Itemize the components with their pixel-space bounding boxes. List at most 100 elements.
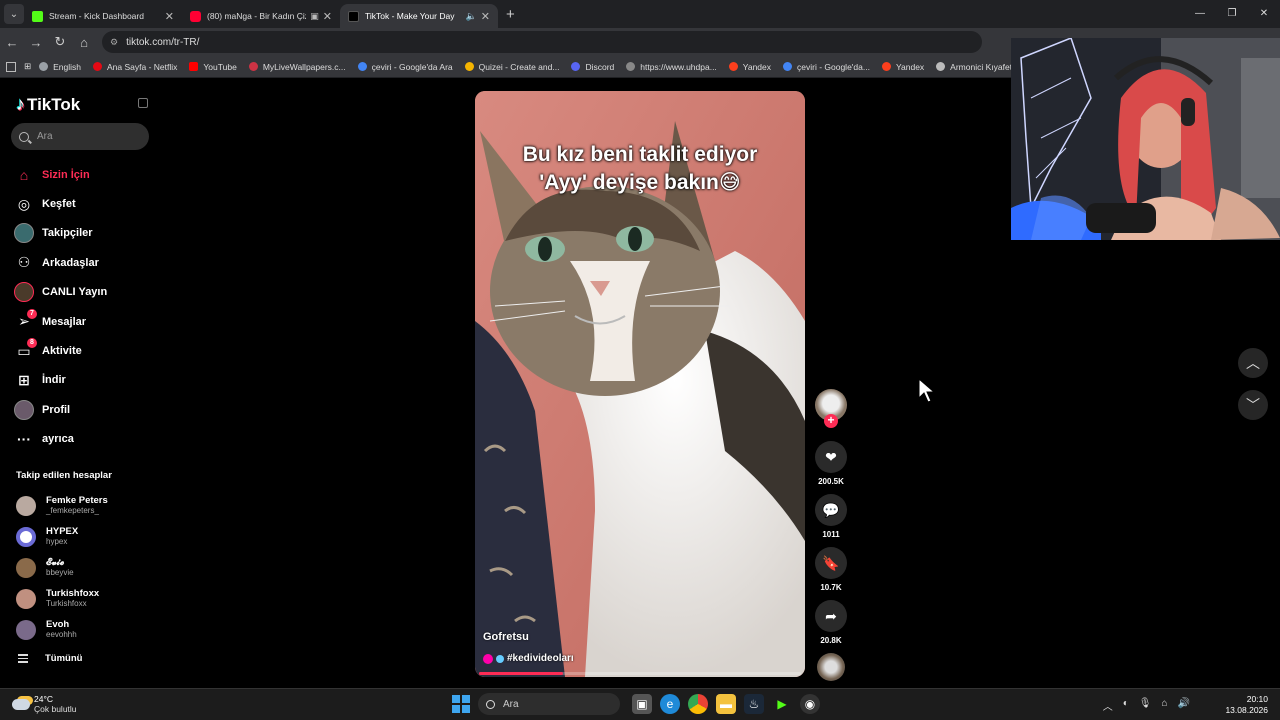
minimize-icon[interactable]: — — [1184, 0, 1216, 28]
browser-tab-bar: ⌄ Stream - Kick Dashboard ✕ (80) maNga -… — [0, 0, 1280, 28]
forward-icon[interactable]: → — [24, 35, 48, 50]
comment-action[interactable]: 💬 1011 — [815, 494, 847, 539]
menu-item-activity[interactable]: ▭ 8 Aktivite — [14, 336, 107, 365]
chrome-icon[interactable] — [688, 694, 708, 714]
close-tab-icon[interactable]: ✕ — [165, 10, 174, 23]
heart-icon[interactable]: ❤ — [815, 441, 847, 473]
task-view-icon[interactable]: ▣ — [632, 694, 652, 714]
menu-item-for-you[interactable]: ⌂ Sizin İçin — [14, 160, 107, 189]
following-list: Femke Peters _femkepeters_ HYPEX hypex 𝓔𝓿𝓲… — [16, 490, 108, 645]
tray-overflow-icon[interactable]: ︿ — [1103, 698, 1113, 713]
menu-item-download[interactable]: ⊞ İndir — [14, 366, 107, 395]
volume-icon[interactable]: 🔊 — [1178, 698, 1190, 713]
video-author[interactable]: Gofretsu — [483, 631, 529, 643]
bookmark-item[interactable]: https://www.uhdpa... — [626, 62, 717, 72]
menu-item-messages[interactable]: ➢ 7 Mesajlar — [14, 307, 107, 336]
menu-item-live[interactable]: CANLI Yayın — [14, 278, 107, 307]
tab-youtube[interactable]: (80) maNga - Bir Kadın Çiz ▣ ✕ — [182, 4, 340, 28]
see-all-label: Tümünü — [45, 652, 83, 664]
bookmark-label: Discord — [585, 61, 615, 72]
share-action[interactable]: ➦ 20.8K — [815, 600, 847, 645]
close-window-icon[interactable]: ✕ — [1248, 0, 1280, 28]
menu-item-friends[interactable]: ⚇ Arkadaşlar — [14, 248, 107, 277]
taskbar-search[interactable]: Ara — [478, 693, 620, 715]
following-account[interactable]: HYPEX hypex — [16, 521, 108, 552]
activity-badge: 8 — [27, 338, 37, 349]
tray-app-icon[interactable]: ◐ — [1123, 698, 1129, 713]
menu-item-explore[interactable]: ◎ Keşfet — [14, 189, 107, 218]
restore-icon[interactable]: ❐ — [1216, 0, 1248, 28]
clock[interactable]: 20:10 13.08.2026 — [1225, 694, 1268, 716]
see-all-button[interactable]: Tümünü — [18, 652, 82, 665]
following-account[interactable]: Turkishfoxx Turkishfoxx — [16, 583, 108, 614]
reload-icon[interactable]: ↻ — [48, 34, 72, 50]
video-progress-bar[interactable] — [479, 672, 801, 675]
network-icon[interactable]: ⌂ — [1162, 698, 1168, 713]
bookmark-item[interactable]: English — [39, 62, 81, 72]
bookmark-item[interactable]: çeviri - Google'da... — [783, 62, 870, 72]
apps-grid-icon[interactable]: ⊞ — [24, 61, 31, 72]
bookmark-label: çeviri - Google'da... — [797, 61, 870, 72]
video-player[interactable]: Bu kız beni taklit ediyor 'Ayy' deyişe b… — [475, 91, 805, 677]
tab-search-button[interactable]: ⌄ — [4, 4, 24, 24]
save-action[interactable]: 🔖 10.7K — [815, 547, 847, 592]
home-icon[interactable]: ⌂ — [72, 35, 96, 50]
like-action[interactable]: ❤ 200.5K — [815, 441, 847, 486]
close-tab-icon[interactable]: ✕ — [323, 10, 332, 23]
profile-avatar-icon — [14, 399, 34, 420]
obs-icon[interactable]: ◉ — [800, 694, 820, 714]
video-hashtag[interactable]: #kedivideoları — [483, 653, 574, 664]
menu-item-more[interactable]: ··· ayrıca — [14, 425, 107, 454]
bookmark-item[interactable]: Ana Sayfa - Netflix — [93, 62, 177, 72]
menu-item-following[interactable]: Takipçiler — [14, 219, 107, 248]
kick-app-icon[interactable]: ▶ — [772, 694, 792, 714]
bookmark-square-icon[interactable] — [6, 61, 16, 72]
comment-icon[interactable]: 💬 — [815, 494, 847, 526]
edge-icon[interactable]: e — [660, 694, 680, 714]
bookmark-item[interactable]: YouTube — [189, 62, 237, 72]
next-video-button[interactable]: ﹀ — [1238, 390, 1268, 420]
menu-item-profile[interactable]: Profil — [14, 395, 107, 424]
tab-kick[interactable]: Stream - Kick Dashboard ✕ — [24, 4, 182, 28]
share-icon[interactable]: ➦ — [815, 600, 847, 632]
weather-widget[interactable]: 24°C Çok bulutlu — [12, 694, 77, 714]
menu-label: Aktivite — [42, 345, 82, 358]
bookmark-item[interactable]: Yandex — [728, 62, 771, 72]
following-account[interactable]: 𝓔𝓿𝓲𝓮 bbeyvie — [16, 552, 108, 583]
bookmark-item[interactable]: çeviri - Google'da Ara — [357, 62, 453, 72]
bookmark-item[interactable]: Quizei - Create and... — [464, 62, 559, 72]
bookmark-icon[interactable]: 🔖 — [815, 547, 847, 579]
bookmark-label: MyLiveWallpapers.c... — [262, 61, 346, 72]
bookmark-item[interactable]: Yandex — [881, 62, 924, 72]
music-disc-icon[interactable] — [817, 653, 845, 681]
follow-plus-icon[interactable]: + — [824, 414, 838, 428]
search-input[interactable]: Ara — [11, 123, 149, 150]
collapse-sidebar-icon[interactable] — [138, 98, 148, 108]
site-info-icon[interactable]: ⚙ — [110, 37, 118, 48]
new-tab-button[interactable]: + — [506, 6, 515, 23]
hashtag-text: #kedivideoları — [507, 653, 574, 664]
steam-icon[interactable]: ♨ — [744, 694, 764, 714]
back-icon[interactable]: ← — [0, 35, 24, 50]
save-count: 10.7K — [820, 583, 842, 592]
close-tab-icon[interactable]: ✕ — [481, 10, 490, 23]
temperature: 24°C — [34, 694, 53, 704]
tiktok-logo[interactable]: ♪ TikTok — [16, 94, 80, 115]
cloudy-weather-icon — [12, 698, 30, 710]
windows-start-icon[interactable] — [452, 695, 470, 713]
following-account[interactable]: Evoh eevohhh — [16, 614, 108, 645]
url-bar[interactable]: ⚙ tiktok.com/tr-TR/ — [102, 31, 982, 53]
audio-playing-icon[interactable]: 🔈 — [466, 11, 477, 22]
file-explorer-icon[interactable]: ▬ — [716, 694, 736, 714]
microphone-icon[interactable]: 🎙 — [1139, 698, 1152, 713]
following-account[interactable]: Femke Peters _femkepeters_ — [16, 490, 108, 521]
creator-avatar[interactable]: + — [815, 389, 847, 428]
chevron-down-icon: ﹀ — [1246, 397, 1260, 413]
previous-video-button[interactable]: ︿ — [1238, 348, 1268, 378]
bookmark-item[interactable]: MyLiveWallpapers.c... — [248, 61, 346, 72]
globe-icon — [39, 62, 49, 71]
account-name: 𝓔𝓿𝓲𝓮 — [46, 557, 65, 568]
bookmark-item[interactable]: Discord — [571, 62, 614, 72]
tab-title: Stream - Kick Dashboard — [49, 11, 144, 21]
tab-tiktok[interactable]: TikTok - Make Your Day 🔈 ✕ — [340, 4, 498, 28]
